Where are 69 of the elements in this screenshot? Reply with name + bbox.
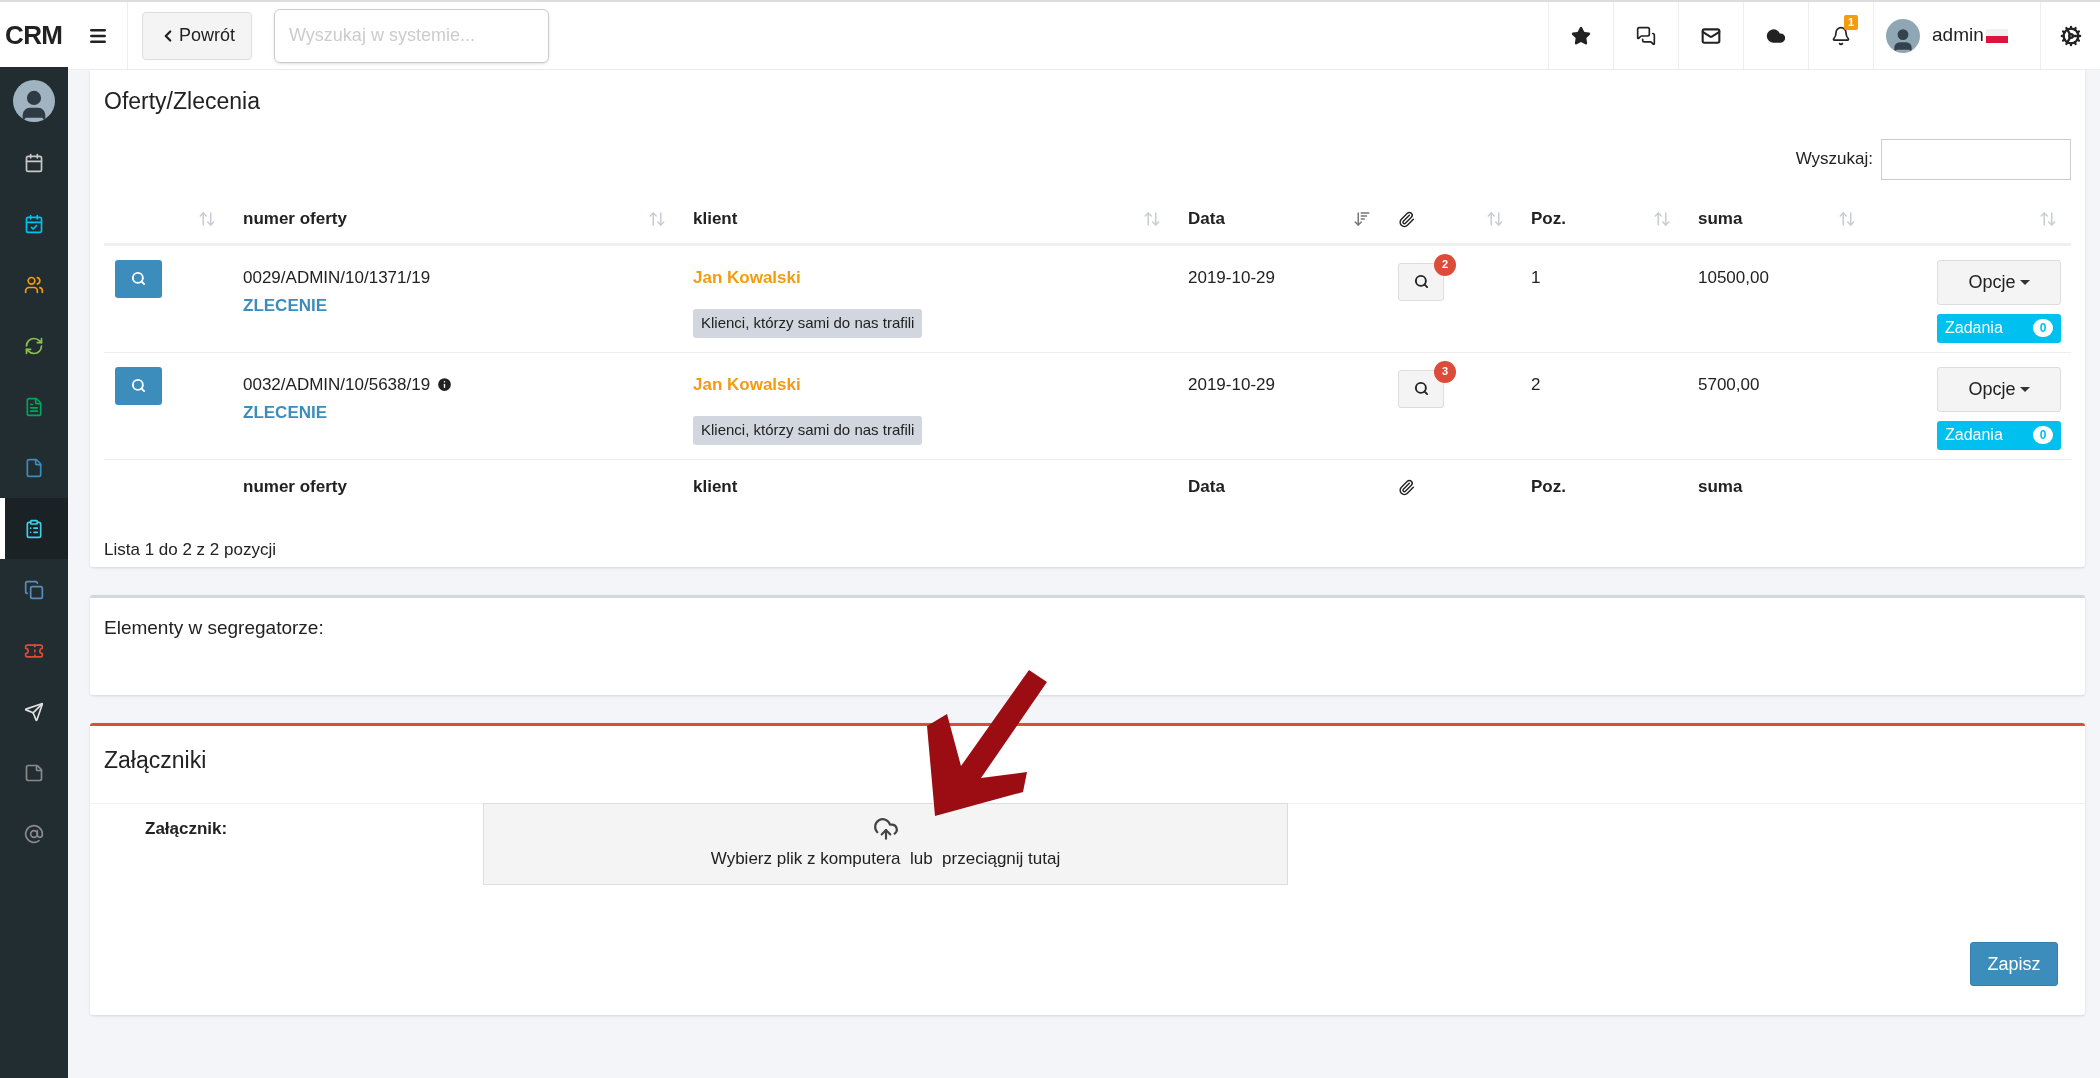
sum-text: 5700,00: [1698, 374, 1760, 394]
offer-type-link[interactable]: ZLECENIE: [243, 293, 328, 319]
notification-bell-icon[interactable]: [1831, 25, 1851, 46]
options-dropdown-button[interactable]: Opcje: [1937, 259, 2061, 305]
search-icon: [131, 378, 146, 393]
attachment-count-badge: 3: [1434, 360, 1456, 383]
back-button[interactable]: Powrót: [142, 11, 253, 60]
positions-text: 1: [1531, 267, 1541, 287]
sum-text: 10500,00: [1698, 267, 1769, 287]
tasks-count-badge: 0: [2033, 426, 2053, 444]
info-icon[interactable]: [436, 375, 454, 393]
search-icon: [131, 271, 146, 286]
logo[interactable]: CRM: [0, 16, 63, 55]
sidebar-item[interactable]: [0, 498, 68, 559]
table-info-text: Lista 1 do 2 z 2 pozycji: [104, 539, 276, 559]
tasks-count-badge: 0: [2033, 319, 2053, 337]
chat-icon[interactable]: [1636, 25, 1656, 46]
tasks-button[interactable]: Zadania 0: [1937, 313, 2061, 343]
sort-descending-icon[interactable]: [1353, 210, 1371, 228]
search-icon: [1413, 274, 1429, 289]
date-text: 2019-10-29: [1188, 267, 1275, 287]
search-label: Wyszukaj:: [1795, 148, 1873, 171]
date-text: 2019-10-29: [1188, 374, 1275, 394]
avatar[interactable]: [1886, 18, 1920, 53]
client-tag: Klienci, którzy sami do nas trafili: [693, 309, 923, 338]
paperclip-icon: [1398, 210, 1415, 228]
client-link[interactable]: Jan Kowalski: [693, 371, 801, 397]
positions-text: 2: [1531, 374, 1541, 394]
panel-title: Oferty/Zlecenia: [104, 88, 260, 114]
offer-number: 0029/ADMIN/10/1371/19: [243, 266, 431, 289]
flag-icon: [1985, 28, 2008, 43]
panel-title: Elementy w segregatorze:: [104, 617, 324, 638]
caret-icon: [2019, 279, 2030, 285]
search-icon: [1413, 381, 1429, 396]
offer-number: 0032/ADMIN/10/5638/19: [243, 373, 431, 396]
attachment-count-badge: 2: [1434, 253, 1456, 276]
star-icon[interactable]: [1571, 25, 1591, 46]
column-footer: Data: [1188, 474, 1225, 500]
column-header: suma: [1698, 208, 1743, 231]
options-dropdown-button[interactable]: Opcje: [1937, 366, 2061, 412]
view-button[interactable]: [115, 366, 162, 405]
save-button[interactable]: Zapisz: [1970, 942, 2058, 986]
column-header: Poz.: [1531, 208, 1566, 231]
offer-type-link[interactable]: ZLECENIE: [243, 400, 328, 426]
dropzone-text: Wybierz plik z komputera lub przeciągnij tutaj: [710, 847, 1061, 870]
column-footer: Poz.: [1531, 474, 1566, 500]
tasks-button[interactable]: Zadania 0: [1937, 420, 2061, 450]
client-tag: Klienci, którzy sami do nas trafili: [693, 416, 923, 445]
username[interactable]: admin: [1932, 21, 1984, 50]
paperclip-icon: [1398, 478, 1415, 496]
table-search-field[interactable]: [1881, 138, 2071, 180]
attachments-button[interactable]: [1398, 369, 1444, 408]
view-button[interactable]: [115, 259, 162, 298]
column-footer: numer oferty: [243, 474, 347, 500]
column-header: klient: [693, 208, 738, 231]
column-header: Data: [1188, 208, 1225, 231]
notification-badge: 1: [1844, 15, 1859, 30]
attachments-button[interactable]: [1398, 262, 1444, 301]
client-link[interactable]: Jan Kowalski: [693, 264, 801, 290]
caret-icon: [2019, 386, 2030, 392]
column-footer: suma: [1698, 474, 1743, 500]
panel-title: Załączniki: [104, 747, 207, 773]
column-footer: klient: [693, 474, 738, 500]
avatar[interactable]: [13, 80, 55, 122]
mail-icon[interactable]: [1701, 25, 1721, 46]
settings-icon[interactable]: [2059, 24, 2082, 47]
column-header: numer oferty: [243, 208, 347, 231]
file-dropzone[interactable]: Wybierz plik z komputera lub przeciągnij tutaj: [483, 802, 1288, 885]
field-label: Załącznik:: [145, 818, 228, 838]
